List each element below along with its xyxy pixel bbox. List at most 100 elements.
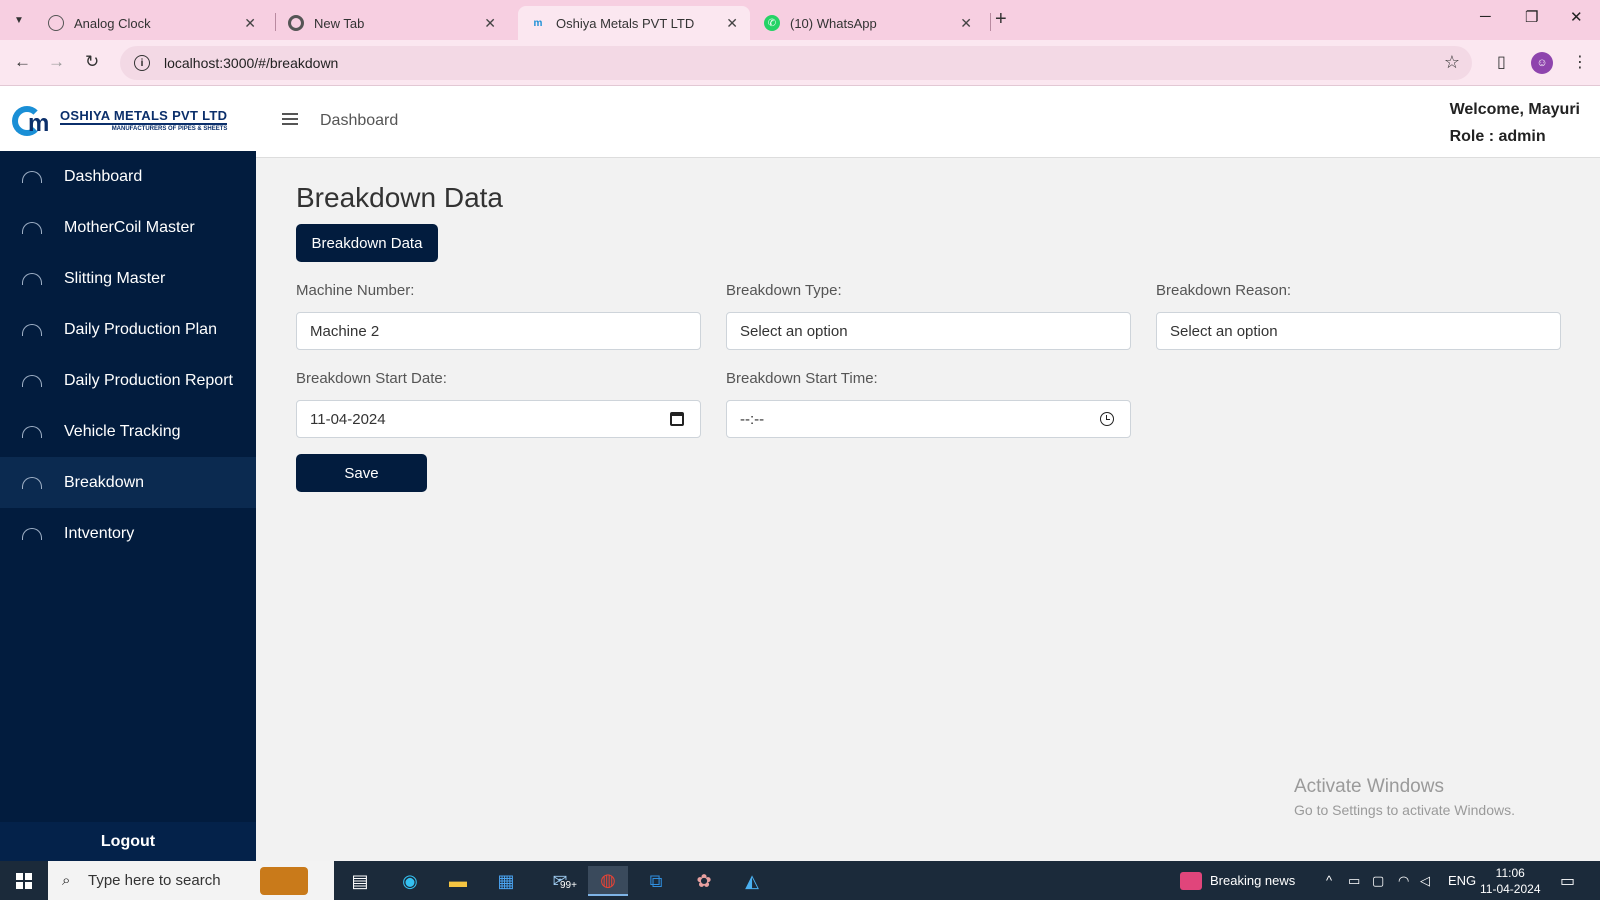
- minimize-icon[interactable]: ─: [1480, 8, 1491, 25]
- windows-start-icon[interactable]: [16, 873, 32, 889]
- role-text: Role : admin: [1449, 128, 1546, 145]
- news-widget[interactable]: Breaking news: [1180, 861, 1295, 900]
- volume-icon[interactable]: ◁: [1420, 861, 1430, 900]
- logo-tagline: MANUFACTURERS OF PIPES & SHEETS: [111, 126, 228, 132]
- sidebar-item-mothercoil-master[interactable]: MotherCoil Master: [0, 202, 256, 253]
- microsoft-store-icon[interactable]: ▦: [486, 866, 526, 896]
- breakdown-reason-select[interactable]: Select an option: [1156, 312, 1561, 350]
- file-explorer-icon[interactable]: ▬: [438, 866, 478, 896]
- address-bar[interactable]: i localhost:3000/#/breakdown ☆: [120, 46, 1472, 80]
- mail-badge: 99+: [558, 880, 579, 891]
- sidebar-item-daily-production-plan[interactable]: Daily Production Plan: [0, 304, 256, 355]
- url-text: localhost:3000/#/breakdown: [164, 55, 339, 71]
- app-header: m OSHIYA METALS PVT LTD MANUFACTURERS OF…: [0, 86, 1600, 158]
- briefcase-icon[interactable]: [260, 867, 308, 895]
- notification-icon[interactable]: ▭: [1560, 861, 1575, 900]
- start-date-input[interactable]: 11-04-2024: [296, 400, 701, 438]
- breakdown-type-select[interactable]: Select an option: [726, 312, 1131, 350]
- close-icon[interactable]: ✕: [244, 15, 256, 32]
- sidebar-item-inventory[interactable]: Intventory: [0, 508, 256, 559]
- vscode-icon[interactable]: ⧉: [636, 866, 676, 896]
- search-placeholder: Type here to search: [88, 872, 221, 889]
- sidebar-item-slitting-master[interactable]: Slitting Master: [0, 253, 256, 304]
- logout-button[interactable]: Logout: [0, 822, 256, 861]
- mail-icon[interactable]: ✉99+: [540, 866, 580, 896]
- calendar-icon[interactable]: [670, 412, 684, 426]
- sidebar-item-label: Vehicle Tracking: [64, 422, 181, 440]
- sidebar-item-label: Daily Production Report: [64, 371, 233, 389]
- sidebar-item-label: Daily Production Plan: [64, 320, 217, 338]
- tab-analog-clock[interactable]: Analog Clock ✕: [36, 6, 268, 40]
- gauge-icon: [22, 374, 42, 387]
- tab-title: (10) WhatsApp: [790, 15, 877, 31]
- tab-title: Oshiya Metals PVT LTD: [556, 15, 695, 31]
- sidebar-item-vehicle-tracking[interactable]: Vehicle Tracking: [0, 406, 256, 457]
- sidebar-item-dashboard[interactable]: Dashboard: [0, 151, 256, 202]
- meet-now-icon[interactable]: ▢: [1372, 861, 1384, 900]
- site-info-icon[interactable]: i: [134, 55, 150, 71]
- photos-icon[interactable]: ◭: [732, 866, 772, 896]
- windows-taskbar: ⌕ Type here to search ▤ ◉ ▬ ▦ ✉99+ ◍ ⧉ ✿…: [0, 861, 1600, 900]
- breakdown-data-button[interactable]: Breakdown Data: [296, 224, 438, 262]
- tab-search-chevron-icon[interactable]: ▼: [8, 9, 30, 31]
- logo-title: OSHIYA METALS PVT LTD: [60, 108, 228, 125]
- window-close-icon[interactable]: ✕: [1570, 8, 1583, 26]
- sidebar-item-label: Breakdown: [64, 473, 145, 491]
- language-indicator[interactable]: ENG: [1448, 861, 1476, 900]
- battery-icon[interactable]: ▭: [1348, 861, 1360, 900]
- task-view-icon[interactable]: ▤: [340, 866, 380, 896]
- start-date-value: 11-04-2024: [310, 410, 386, 428]
- watermark-line1: Activate Windows: [1294, 776, 1444, 797]
- bookmark-star-icon[interactable]: ☆: [1444, 52, 1460, 73]
- tab-oshiya-metals[interactable]: m Oshiya Metals PVT LTD ✕: [518, 6, 750, 40]
- paint-icon[interactable]: ✿: [684, 866, 724, 896]
- hamburger-menu-icon[interactable]: [282, 110, 298, 128]
- sidebar-item-label: MotherCoil Master: [64, 218, 195, 236]
- news-icon: [1180, 871, 1202, 890]
- taskbar-search-box[interactable]: ⌕ Type here to search: [48, 861, 334, 900]
- restore-icon[interactable]: ❐: [1525, 8, 1538, 26]
- breakdown-type-label: Breakdown Type:: [726, 282, 842, 299]
- save-button[interactable]: Save: [296, 454, 427, 492]
- system-clock[interactable]: 11:06 11-04-2024: [1480, 865, 1541, 897]
- chrome-taskbar-icon[interactable]: ◍: [588, 866, 628, 896]
- watermark-line2: Go to Settings to activate Windows.: [1294, 802, 1515, 818]
- back-arrow-icon[interactable]: ←: [14, 52, 31, 72]
- gauge-icon: [22, 476, 42, 489]
- gauge-icon: [22, 170, 42, 183]
- sidebar-item-daily-production-report[interactable]: Daily Production Report: [0, 355, 256, 406]
- forward-arrow-icon[interactable]: →: [48, 52, 65, 72]
- activate-windows-watermark: Activate Windows Go to Settings to activ…: [1294, 776, 1515, 818]
- side-panel-icon[interactable]: ▯: [1497, 52, 1506, 72]
- wifi-icon[interactable]: ◠: [1398, 861, 1409, 900]
- close-icon[interactable]: ✕: [484, 15, 496, 32]
- sidebar-item-breakdown[interactable]: Breakdown: [0, 457, 256, 508]
- gauge-icon: [22, 272, 42, 285]
- tab-title: Analog Clock: [74, 15, 151, 31]
- clock-icon[interactable]: [1100, 412, 1114, 426]
- oshiya-logo-icon: m: [533, 17, 543, 29]
- close-icon[interactable]: ✕: [960, 15, 972, 32]
- sidebar: Dashboard MotherCoil Master Slitting Mas…: [0, 151, 256, 861]
- breadcrumb[interactable]: Dashboard: [320, 112, 398, 130]
- welcome-text: Welcome, Mayuri: [1449, 101, 1580, 118]
- machine-number-input[interactable]: Machine 2: [296, 312, 701, 350]
- profile-avatar-icon[interactable]: ☺: [1531, 52, 1553, 74]
- logo-mark-icon: m: [12, 104, 56, 137]
- more-menu-icon[interactable]: ⋮: [1572, 52, 1588, 72]
- clock-date: 11-04-2024: [1480, 882, 1541, 896]
- machine-number-label: Machine Number:: [296, 282, 415, 299]
- edge-browser-icon[interactable]: ◉: [390, 866, 430, 896]
- browser-tab-strip: ▼ Analog Clock ✕ New Tab ✕ m Oshiya Meta…: [0, 0, 1600, 40]
- close-icon[interactable]: ✕: [726, 15, 738, 32]
- company-logo: m OSHIYA METALS PVT LTD MANUFACTURERS OF…: [12, 104, 228, 137]
- start-time-input[interactable]: --:--: [726, 400, 1131, 438]
- new-tab-plus-icon[interactable]: +: [995, 8, 1007, 31]
- tab-whatsapp[interactable]: ✆ (10) WhatsApp ✕: [752, 6, 984, 40]
- breakdown-type-value: Select an option: [740, 322, 848, 340]
- tab-new-tab[interactable]: New Tab ✕: [276, 6, 508, 40]
- tray-chevron-icon[interactable]: ^: [1326, 861, 1332, 900]
- reload-icon[interactable]: ↻: [85, 52, 99, 72]
- user-info: Welcome, Mayuri Role : admin: [1450, 96, 1580, 150]
- page-title: Breakdown Data: [296, 182, 504, 213]
